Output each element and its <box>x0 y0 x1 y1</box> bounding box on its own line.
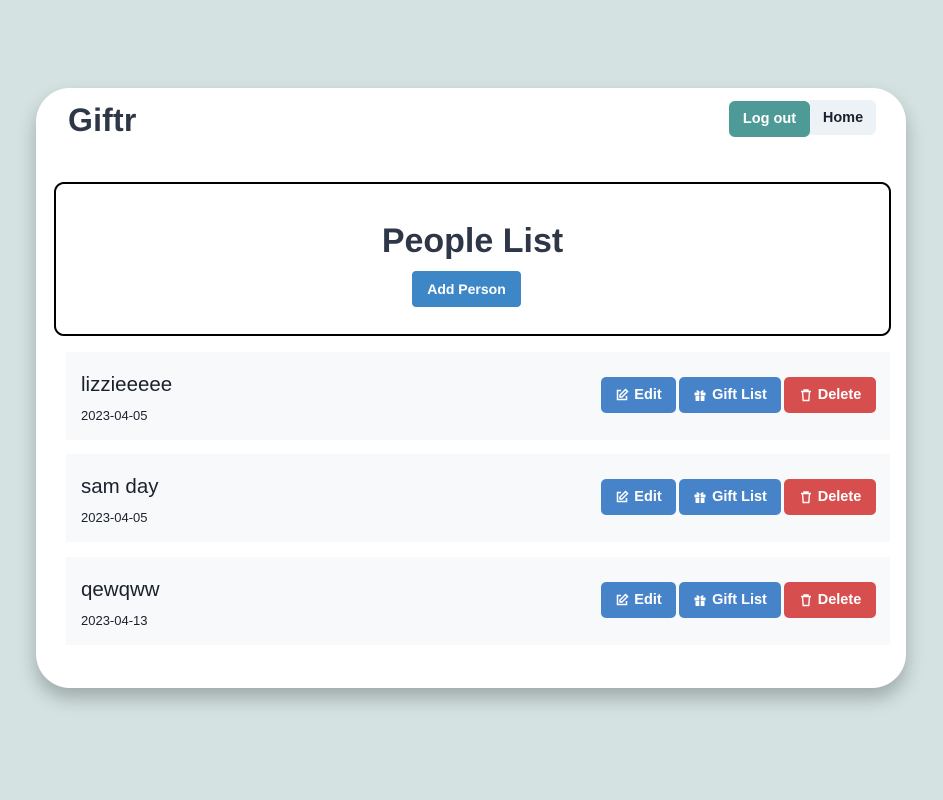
edit-label: Edit <box>634 592 662 608</box>
edit-icon <box>615 593 629 607</box>
gift-icon <box>693 388 707 402</box>
person-row: lizzieeeee 2023-04-05 Edit Gift List Del… <box>66 352 890 440</box>
add-person-button[interactable]: Add Person <box>412 271 521 307</box>
person-name: sam day <box>81 475 159 498</box>
gift-list-label: Gift List <box>712 387 767 403</box>
edit-button[interactable]: Edit <box>601 582 676 618</box>
trash-icon <box>799 593 813 607</box>
gift-list-label: Gift List <box>712 489 767 505</box>
delete-label: Delete <box>817 489 862 505</box>
delete-button[interactable]: Delete <box>784 377 876 413</box>
delete-button[interactable]: Delete <box>784 479 876 515</box>
delete-label: Delete <box>817 387 862 403</box>
gift-icon <box>693 490 707 504</box>
trash-icon <box>799 388 813 402</box>
gift-list-button[interactable]: Gift List <box>679 582 781 618</box>
person-name: qewqww <box>81 578 160 601</box>
trash-icon <box>799 490 813 504</box>
people-list-header: People List Add Person <box>54 182 891 336</box>
edit-icon <box>615 388 629 402</box>
person-date: 2023-04-05 <box>81 408 148 423</box>
edit-icon <box>615 490 629 504</box>
logout-button[interactable]: Log out <box>729 101 810 137</box>
edit-label: Edit <box>634 387 662 403</box>
person-date: 2023-04-13 <box>81 613 148 628</box>
edit-button[interactable]: Edit <box>601 377 676 413</box>
app-window: Giftr Log out Home People List Add Perso… <box>36 88 906 688</box>
person-date: 2023-04-05 <box>81 510 148 525</box>
gift-list-button[interactable]: Gift List <box>679 377 781 413</box>
page-title: People List <box>381 222 564 260</box>
person-row: qewqww 2023-04-13 Edit Gift List Delete <box>66 557 890 645</box>
edit-label: Edit <box>634 489 662 505</box>
app-logo: Giftr <box>68 102 137 138</box>
edit-button[interactable]: Edit <box>601 479 676 515</box>
gift-icon <box>693 593 707 607</box>
delete-label: Delete <box>817 592 862 608</box>
delete-button[interactable]: Delete <box>784 582 876 618</box>
gift-list-label: Gift List <box>712 592 767 608</box>
person-row: sam day 2023-04-05 Edit Gift List Delete <box>66 454 890 542</box>
home-button[interactable]: Home <box>810 100 876 135</box>
person-name: lizzieeeee <box>81 373 173 396</box>
gift-list-button[interactable]: Gift List <box>679 479 781 515</box>
